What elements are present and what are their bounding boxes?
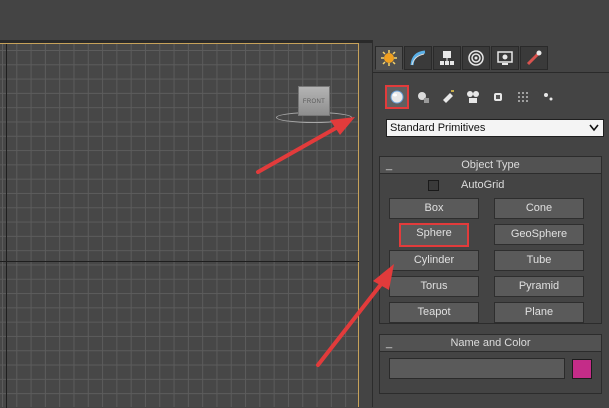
category-cameras[interactable]	[462, 86, 484, 108]
helpers-icon	[494, 93, 502, 101]
teapot-button[interactable]: Teapot	[389, 302, 479, 323]
name-and-color-title: Name and Color	[450, 337, 531, 349]
modify-icon	[410, 50, 426, 66]
object-type-header[interactable]: _ Object Type	[380, 157, 601, 174]
tab-utilities[interactable]	[520, 46, 548, 70]
autogrid-label: AutoGrid	[461, 179, 505, 191]
utilities-icon	[526, 50, 542, 66]
category-shapes[interactable]	[412, 86, 434, 108]
command-panel-tabs	[375, 46, 548, 72]
collapse-icon[interactable]: _	[386, 157, 392, 173]
cylinder-button[interactable]: Cylinder	[389, 250, 479, 271]
object-type-rollout: _ Object Type AutoGrid Box Cone Sphere G…	[379, 156, 602, 324]
plane-button[interactable]: Plane	[494, 302, 584, 323]
category-lights[interactable]	[437, 86, 459, 108]
name-and-color-rollout: _ Name and Color	[379, 334, 602, 394]
tab-hierarchy[interactable]	[433, 46, 461, 70]
cameras-icon	[467, 91, 479, 103]
command-panel: Standard Primitives _ Object Type AutoGr…	[372, 40, 609, 407]
primitive-type-dropdown[interactable]: Standard Primitives	[386, 119, 604, 137]
top-toolbar-area	[0, 0, 609, 40]
category-helpers[interactable]	[487, 86, 509, 108]
name-and-color-header[interactable]: _ Name and Color	[380, 335, 601, 352]
tube-button[interactable]: Tube	[494, 250, 584, 271]
tab-modify[interactable]	[404, 46, 432, 70]
tab-display[interactable]	[491, 46, 519, 70]
box-button[interactable]: Box	[389, 198, 479, 219]
category-systems[interactable]	[537, 86, 559, 108]
lights-icon	[443, 90, 454, 103]
display-icon	[497, 51, 513, 65]
grid-axis-vertical	[6, 44, 7, 408]
torus-button[interactable]: Torus	[389, 276, 479, 297]
geosphere-button[interactable]: GeoSphere	[494, 224, 584, 245]
object-type-title: Object Type	[461, 159, 520, 171]
category-geometry[interactable]	[385, 85, 409, 109]
motion-icon	[468, 50, 484, 66]
object-color-swatch[interactable]	[572, 359, 592, 379]
hierarchy-icon	[440, 51, 454, 65]
category-space-warps[interactable]	[512, 86, 534, 108]
tab-create[interactable]	[375, 46, 403, 70]
grid-axis-horizontal	[0, 261, 359, 262]
cone-button[interactable]: Cone	[494, 198, 584, 219]
viewcube[interactable]: FRONT	[298, 86, 330, 116]
space-warps-icon	[518, 92, 528, 102]
tab-motion[interactable]	[462, 46, 490, 70]
category-buttons	[385, 84, 559, 110]
object-name-input[interactable]	[389, 358, 565, 379]
viewport-front[interactable]: FRONT	[0, 43, 359, 408]
systems-icon	[544, 93, 553, 101]
shapes-icon	[418, 92, 429, 103]
collapse-icon[interactable]: _	[386, 335, 392, 351]
tab-separator	[373, 72, 609, 73]
autogrid-checkbox[interactable]	[428, 179, 439, 191]
geometry-icon	[390, 90, 404, 104]
dropdown-value: Standard Primitives	[390, 122, 486, 134]
autogrid-row[interactable]: AutoGrid	[428, 178, 504, 192]
chevron-down-icon	[589, 124, 599, 132]
pyramid-button[interactable]: Pyramid	[494, 276, 584, 297]
sphere-button[interactable]: Sphere	[399, 223, 469, 247]
create-icon	[381, 50, 397, 66]
